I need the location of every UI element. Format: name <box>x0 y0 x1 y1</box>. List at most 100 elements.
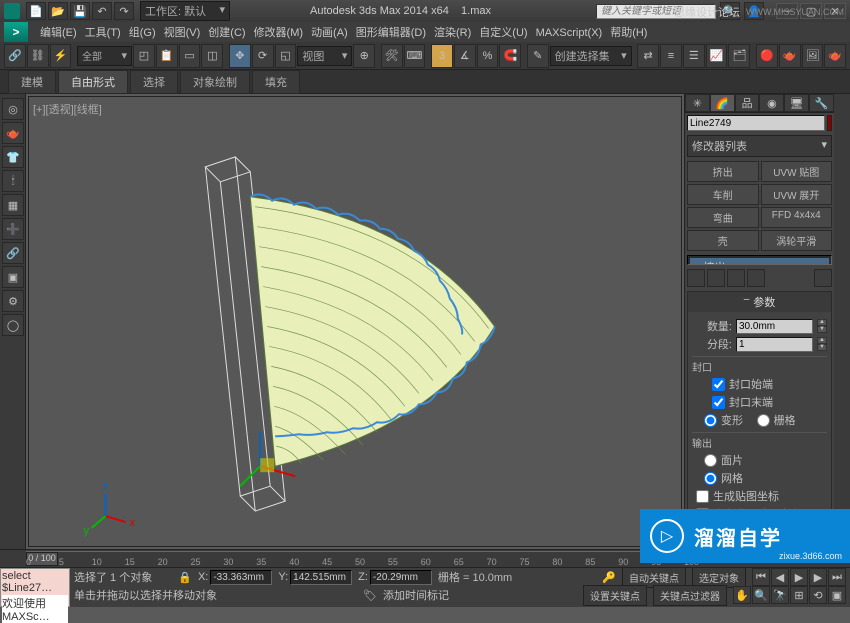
viewport-label[interactable]: [+][透视][线框] <box>33 101 102 117</box>
ribbon-tab[interactable]: 建模 <box>8 70 56 94</box>
coord-z-input[interactable] <box>370 570 432 585</box>
named-sel-edit-icon[interactable]: ✎ <box>527 44 549 68</box>
qa-redo-icon[interactable]: ↷ <box>114 2 134 20</box>
prev-frame-icon[interactable]: ◀ <box>771 568 789 586</box>
menu-item[interactable]: 编辑(E) <box>36 27 81 39</box>
modifier-preset-button[interactable]: 壳 <box>687 230 759 251</box>
modifier-preset-button[interactable]: 车削 <box>687 184 759 205</box>
schematic-icon[interactable]: 🗂 <box>728 44 750 68</box>
cmd-tab-hierarchy-icon[interactable]: 品 <box>735 94 760 112</box>
qa-open-icon[interactable]: 📂 <box>48 2 68 20</box>
panel-scrollbar[interactable] <box>834 94 850 549</box>
modifier-preset-button[interactable]: 弯曲 <box>687 207 759 228</box>
show-result-icon[interactable] <box>707 269 725 287</box>
coord-y-input[interactable] <box>290 570 352 585</box>
sel-rect-icon[interactable]: ▭ <box>179 44 201 68</box>
coord-x-input[interactable] <box>210 570 272 585</box>
timeline-ruler[interactable]: 0510152025303540455055606570758085909510… <box>26 551 684 567</box>
nav-fov-icon[interactable]: 🔭 <box>771 586 789 604</box>
nav-pan-icon[interactable]: ✋ <box>733 586 751 604</box>
setkey-button[interactable]: 设置关键点 <box>583 585 647 606</box>
cmd-tab-modify-icon[interactable]: 🌈 <box>710 94 735 112</box>
menu-item[interactable]: 组(G) <box>125 27 160 39</box>
patch-radio[interactable] <box>704 454 717 467</box>
lt-grid-icon[interactable]: ▦ <box>2 194 24 216</box>
spin-up-icon[interactable]: ▲ <box>817 337 827 344</box>
modifier-list-dropdown[interactable]: 修改器列表▾ <box>687 135 832 157</box>
modifier-stack[interactable]: ◈ 挤出 ▪ 可编辑样条线 <box>687 255 832 265</box>
angle-snap-icon[interactable]: ∡ <box>454 44 476 68</box>
keyboard-icon[interactable]: ⌨ <box>404 44 426 68</box>
qa-undo-icon[interactable]: ↶ <box>92 2 112 20</box>
sel-filter-dropdown[interactable]: 全部 ▾ <box>77 46 132 66</box>
lt-shirt-icon[interactable]: 👕 <box>2 146 24 168</box>
spin-down-icon[interactable]: ▼ <box>817 326 827 333</box>
play-icon[interactable]: ▶ <box>790 568 808 586</box>
cmd-tab-display-icon[interactable]: 🖥 <box>784 94 809 112</box>
spin-down-icon[interactable]: ▼ <box>817 344 827 351</box>
max-logo-icon[interactable]: > <box>4 22 28 42</box>
select-link-icon[interactable]: 🔗 <box>4 44 26 68</box>
menu-item[interactable]: 修改器(M) <box>250 27 308 39</box>
nav-orbit-icon[interactable]: ⟲ <box>809 586 827 604</box>
layers-icon[interactable]: ☰ <box>683 44 705 68</box>
object-color-swatch[interactable] <box>827 115 832 131</box>
unique-icon[interactable] <box>727 269 745 287</box>
manip-icon[interactable]: 🛠 <box>381 44 403 68</box>
menu-item[interactable]: 帮助(H) <box>606 27 651 39</box>
amount-spinner[interactable] <box>736 319 813 334</box>
goto-end-icon[interactable]: ⏭ <box>828 568 846 586</box>
render-frame-icon[interactable]: 🖼 <box>802 44 824 68</box>
menu-item[interactable]: 渲染(R) <box>430 27 475 39</box>
menu-item[interactable]: 自定义(U) <box>475 27 531 39</box>
ribbon-tab[interactable]: 对象绘制 <box>180 70 250 94</box>
lt-gear-icon[interactable]: ⚙ <box>2 290 24 312</box>
lt-circle-icon[interactable]: ◯ <box>2 314 24 336</box>
modifier-preset-button[interactable]: UVW 展开 <box>761 184 833 205</box>
lock-icon[interactable]: 🔑 <box>602 571 616 584</box>
select-icon[interactable]: ◰ <box>133 44 155 68</box>
ribbon-tab[interactable]: 自由形式 <box>58 70 128 94</box>
modifier-preset-button[interactable]: UVW 贴图 <box>761 161 833 182</box>
select-name-icon[interactable]: 📋 <box>156 44 178 68</box>
nav-zoom-icon[interactable]: 🔍 <box>752 586 770 604</box>
menu-item[interactable]: 工具(T) <box>81 27 125 39</box>
menu-item[interactable]: MAXScript(X) <box>532 27 607 39</box>
rotate-tool-icon[interactable]: ⟳ <box>252 44 274 68</box>
configure-sets-icon[interactable] <box>814 269 832 287</box>
modifier-preset-button[interactable]: FFD 4x4x4 <box>761 207 833 228</box>
lt-candle-icon[interactable]: 🕯 <box>2 170 24 192</box>
deform-radio[interactable] <box>704 414 717 427</box>
workspace-dropdown[interactable]: 工作区: 默认▾ <box>140 1 230 21</box>
move-tool-icon[interactable]: ✥ <box>229 44 251 68</box>
cap-end-checkbox[interactable] <box>712 396 725 409</box>
stack-item[interactable]: ◈ 挤出 <box>690 258 829 265</box>
pin-stack-icon[interactable] <box>687 269 705 287</box>
genmat-checkbox[interactable] <box>696 490 709 503</box>
rollout-params-header[interactable]: – 参数 <box>688 292 831 312</box>
render-icon[interactable]: 🫖 <box>824 44 846 68</box>
menu-item[interactable]: 视图(V) <box>160 27 205 39</box>
modifier-preset-button[interactable]: 挤出 <box>687 161 759 182</box>
object-name-input[interactable] <box>687 115 825 131</box>
next-frame-icon[interactable]: ▶ <box>809 568 827 586</box>
spin-up-icon[interactable]: ▲ <box>817 319 827 326</box>
scale-tool-icon[interactable]: ◱ <box>275 44 297 68</box>
lt-ring-icon[interactable]: ◎ <box>2 98 24 120</box>
spinner-snap-icon[interactable]: 🧲 <box>499 44 521 68</box>
ribbon-tab[interactable]: 选择 <box>130 70 178 94</box>
percent-snap-icon[interactable]: % <box>477 44 499 68</box>
menu-item[interactable]: 创建(C) <box>204 27 249 39</box>
mirror-icon[interactable]: ⇄ <box>637 44 659 68</box>
goto-start-icon[interactable]: ⏮ <box>752 568 770 586</box>
qa-new-icon[interactable]: 📄 <box>26 2 46 20</box>
cap-start-checkbox[interactable] <box>712 378 725 391</box>
key-filter-button[interactable]: 关键点过滤器 <box>653 585 727 606</box>
cmd-tab-create-icon[interactable]: ✳ <box>685 94 710 112</box>
add-time-tag[interactable]: 添加时间标记 <box>383 587 449 603</box>
modifier-preset-button[interactable]: 涡轮平滑 <box>761 230 833 251</box>
nav-zoomall-icon[interactable]: ⊞ <box>790 586 808 604</box>
window-crossing-icon[interactable]: ◫ <box>201 44 223 68</box>
bind-icon[interactable]: ⚡ <box>50 44 72 68</box>
mesh-radio[interactable] <box>704 472 717 485</box>
